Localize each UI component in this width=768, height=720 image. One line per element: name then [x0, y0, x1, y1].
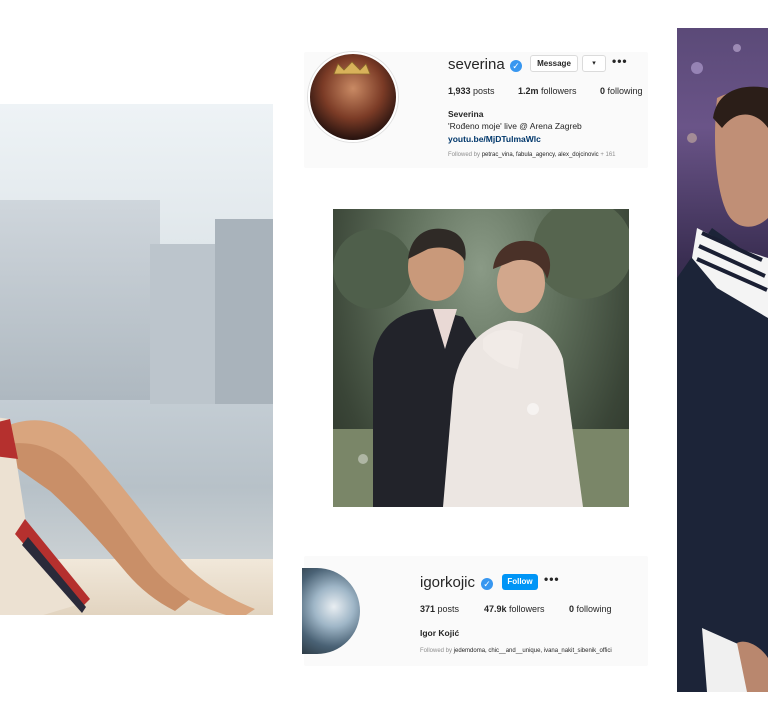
followed-by-names: petrac_vina, fabula_agency, alex_dojcino… — [481, 152, 599, 158]
follow-status-button[interactable]: ▾ — [582, 55, 606, 72]
profile-bio: 'Rođeno moje' live @ Arena Zagreb — [448, 121, 582, 131]
posts-count: 1,933 posts — [448, 86, 495, 96]
followed-by[interactable]: Followed by petrac_vina, fabula_agency, … — [448, 152, 616, 158]
followed-by-names: jedemdoma, chic__and__unique, ivana_naki… — [453, 648, 612, 654]
verified-badge-icon: ✓ — [510, 60, 522, 72]
followed-by[interactable]: Followed by jedemdoma, chic__and__unique… — [420, 648, 612, 654]
person-icon: ▾ — [592, 60, 596, 67]
profile-full-name: Igor Kojić — [420, 628, 460, 638]
photo-man-stage — [677, 28, 768, 692]
profile-avatar[interactable] — [308, 52, 398, 142]
more-options-icon[interactable]: ••• — [544, 572, 560, 586]
crown-icon — [333, 61, 371, 75]
following-count[interactable]: 0 following — [569, 604, 612, 614]
followers-value: 47.9k — [484, 604, 507, 614]
posts-value: 371 — [420, 604, 436, 614]
more-options-icon[interactable]: ••• — [612, 54, 628, 68]
photo-wedding-couple — [333, 209, 629, 507]
photo-woman-window — [0, 104, 273, 615]
following-label: following — [605, 86, 643, 96]
follow-button[interactable]: Follow — [502, 574, 538, 590]
profile-full-name: Severina — [448, 109, 484, 119]
username[interactable]: severina — [448, 56, 505, 73]
followers-count[interactable]: 47.9k followers — [484, 604, 545, 614]
man-illustration — [677, 44, 768, 692]
following-count[interactable]: 0 following — [600, 86, 643, 96]
posts-count: 371 posts — [420, 604, 459, 614]
followed-by-prefix: Followed by — [448, 152, 482, 158]
legs-illustration — [0, 417, 255, 615]
message-button[interactable]: Message — [530, 55, 578, 72]
wedding-couple-illustration — [333, 209, 629, 507]
instagram-profile-card-igorkojic: igorkojic ✓ Follow ••• 371 posts 47.9k f… — [302, 556, 648, 666]
followers-count[interactable]: 1.2m followers — [518, 86, 577, 96]
followers-value: 1.2m — [518, 86, 539, 96]
posts-label: posts — [470, 86, 495, 96]
followers-label: followers — [538, 86, 577, 96]
posts-value: 1,933 — [448, 86, 471, 96]
followed-by-suffix: + 161 — [598, 152, 616, 158]
verified-badge-icon: ✓ — [481, 578, 493, 590]
profile-link[interactable]: youtu.be/MjDTulmaWlc — [448, 134, 541, 144]
username[interactable]: igorkojic — [420, 574, 475, 591]
followed-by-prefix: Followed by — [420, 648, 454, 654]
following-label: following — [574, 604, 612, 614]
followers-label: followers — [506, 604, 545, 614]
profile-avatar[interactable] — [302, 568, 360, 654]
instagram-profile-card-severina: severina ✓ Message ▾ ••• 1,933 posts 1.2… — [304, 52, 648, 168]
posts-label: posts — [435, 604, 460, 614]
